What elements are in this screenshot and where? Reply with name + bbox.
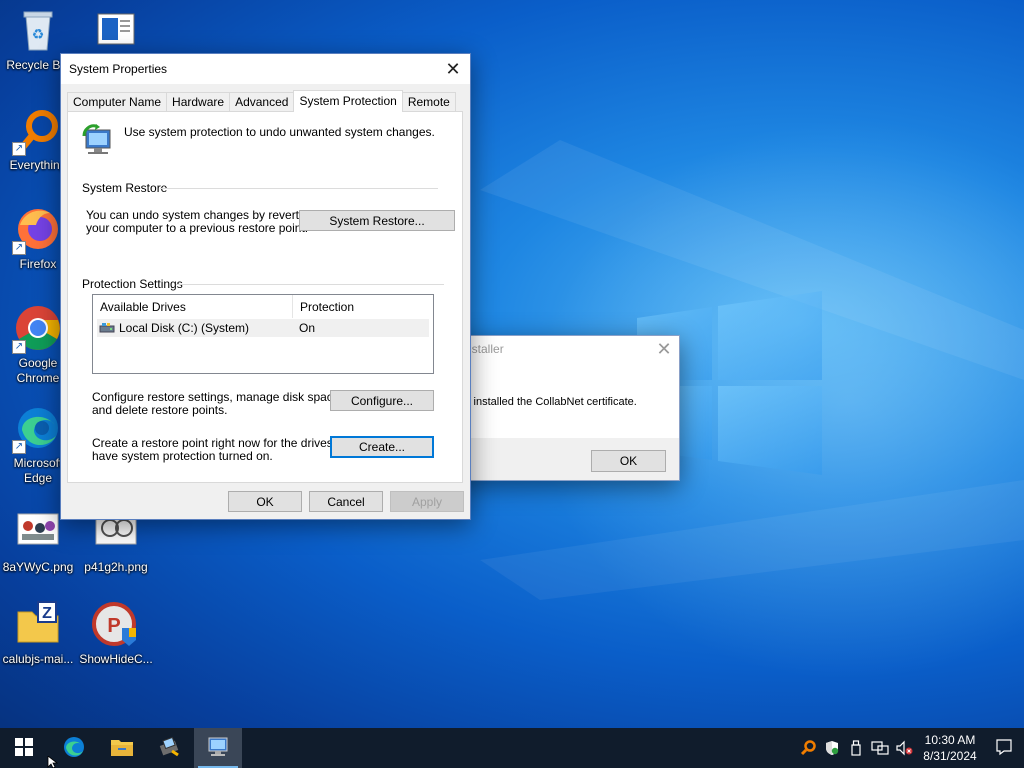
drive-protection: On xyxy=(299,321,316,335)
zip-folder-icon: Z xyxy=(14,600,62,648)
installer-dialog: nstaller ✕ y installed the CollabNet cer… xyxy=(452,335,680,481)
firefox-icon: ↗ xyxy=(12,205,62,255)
taskbar-clock[interactable]: 10:30 AM 8/31/2024 xyxy=(916,732,984,764)
ok-button[interactable]: OK xyxy=(228,491,302,512)
notification-center-button[interactable] xyxy=(984,728,1024,768)
configure-button[interactable]: Configure... xyxy=(330,390,434,411)
recycle-bin-icon: ♻ xyxy=(14,6,62,54)
installer-ok-button[interactable]: OK xyxy=(591,450,666,472)
network-icon[interactable] xyxy=(868,728,892,768)
taskbar-file-explorer[interactable] xyxy=(98,728,146,768)
document-icon xyxy=(92,10,140,58)
edge-icon xyxy=(62,735,86,762)
group-divider xyxy=(176,284,444,285)
desktop-icon-label: 8aYWyC.png xyxy=(2,560,74,574)
system-restore-button[interactable]: System Restore... xyxy=(299,210,455,231)
tab-remote[interactable]: Remote xyxy=(401,92,456,112)
drive-name-cell: Local Disk (C:) (System) xyxy=(97,321,293,335)
svg-text:♻: ♻ xyxy=(32,26,45,42)
installer-icon xyxy=(158,735,182,762)
dialog-title: System Properties xyxy=(69,62,168,76)
tab-system-protection[interactable]: System Protection xyxy=(293,90,403,112)
tab-computer-name[interactable]: Computer Name xyxy=(67,92,168,112)
hard-drive-icon xyxy=(99,322,115,334)
system-properties-titlebar: System Properties ✕ xyxy=(61,54,470,84)
list-item[interactable]: Local Disk (C:) (System) On xyxy=(97,319,429,337)
clock-date: 8/31/2024 xyxy=(923,749,977,763)
taskbar-system-properties[interactable] xyxy=(194,728,242,768)
desktop-icon-calubjs[interactable]: Z calubjs-mai... xyxy=(0,600,78,667)
drives-list[interactable]: Available Drives Protection Local Disk (… xyxy=(92,294,434,374)
drives-list-header: Available Drives Protection xyxy=(93,295,433,319)
configure-description-line2: and delete restore points. xyxy=(92,403,228,417)
system-restore-group-label: System Restore xyxy=(82,181,168,195)
svg-text:P: P xyxy=(107,615,120,637)
installer-message: y installed the CollabNet certificate. xyxy=(465,396,637,408)
file-explorer-icon xyxy=(110,736,134,761)
everything-search-icon: ↗ xyxy=(12,106,62,156)
protection-settings-group-label: Protection Settings xyxy=(82,277,183,291)
everything-tray-icon[interactable] xyxy=(796,728,820,768)
drive-name: Local Disk (C:) (System) xyxy=(119,321,250,335)
installer-body: y installed the CollabNet certificate. xyxy=(453,362,679,438)
start-icon xyxy=(15,737,33,759)
close-icon[interactable]: ✕ xyxy=(436,54,470,84)
installer-titlebar: nstaller ✕ xyxy=(453,336,679,362)
column-header-protection[interactable]: Protection xyxy=(293,295,354,318)
create-description-line1: Create a restore point right now for the… xyxy=(92,436,357,450)
start-button[interactable] xyxy=(0,728,48,768)
column-header-available-drives[interactable]: Available Drives xyxy=(93,295,293,318)
intro-text: Use system protection to undo unwanted s… xyxy=(124,125,435,139)
taskbar: 10:30 AM 8/31/2024 xyxy=(0,728,1024,768)
group-divider xyxy=(160,188,438,189)
mouse-cursor-icon xyxy=(47,756,59,768)
edge-icon: ↗ xyxy=(12,404,62,454)
create-description-line2: have system protection turned on. xyxy=(92,449,273,463)
close-icon[interactable]: ✕ xyxy=(649,334,679,364)
tab-hardware[interactable]: Hardware xyxy=(166,92,231,112)
security-shield-icon[interactable] xyxy=(820,728,844,768)
cancel-button[interactable]: Cancel xyxy=(309,491,383,512)
system-tray: 10:30 AM 8/31/2024 xyxy=(796,728,1024,768)
system-protection-panel: Use system protection to undo unwanted s… xyxy=(67,111,463,483)
notification-icon xyxy=(995,738,1013,759)
desktop-icon-label: p41g2h.png xyxy=(84,560,148,574)
desktop-icon-label: calubjs-mai... xyxy=(2,652,74,666)
apply-button[interactable]: Apply xyxy=(390,491,464,512)
clock-time: 10:30 AM xyxy=(924,733,976,747)
chrome-icon: ↗ xyxy=(12,304,62,354)
showhide-app-icon: P xyxy=(92,600,140,648)
desktop-icon-showhide[interactable]: P ShowHideC... xyxy=(76,600,156,667)
svg-text:Z: Z xyxy=(42,605,52,622)
taskbar-installer[interactable] xyxy=(146,728,194,768)
image-file-icon xyxy=(14,508,62,556)
system-protection-icon xyxy=(82,124,116,159)
restore-description-line2: your computer to a previous restore poin… xyxy=(86,221,309,235)
tab-strip: Computer Name Hardware Advanced System P… xyxy=(67,90,456,112)
create-button[interactable]: Create... xyxy=(330,436,434,458)
installer-title: nstaller xyxy=(465,342,504,356)
desktop-icon-label: ShowHideC... xyxy=(79,652,153,666)
volume-muted-icon[interactable] xyxy=(892,728,916,768)
configure-description-line1: Configure restore settings, manage disk … xyxy=(92,390,343,404)
system-properties-icon xyxy=(206,736,230,761)
system-properties-dialog: System Properties ✕ Computer Name Hardwa… xyxy=(60,53,471,520)
restore-description-line1: You can undo system changes by reverting xyxy=(86,208,316,222)
tab-advanced[interactable]: Advanced xyxy=(229,92,295,112)
usb-device-icon[interactable] xyxy=(844,728,868,768)
